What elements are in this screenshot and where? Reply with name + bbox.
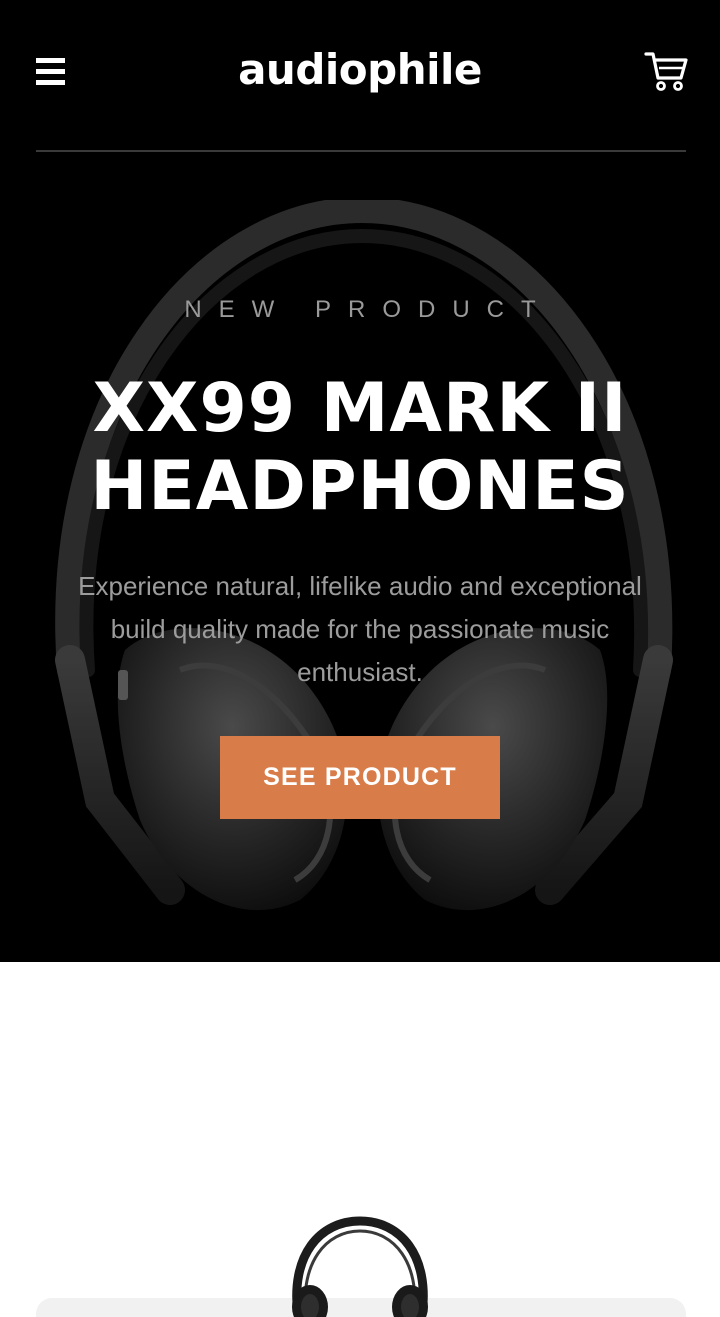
header-divider bbox=[36, 150, 686, 152]
hero-section: audiophile NEW PRODUCT XX99 MARK II HEAD… bbox=[0, 0, 720, 962]
shopping-cart-icon[interactable] bbox=[644, 50, 688, 92]
hero-description: Experience natural, lifelike audio and e… bbox=[78, 571, 642, 687]
hero-title: XX99 MARK II HEADPHONES bbox=[0, 370, 720, 526]
hero-title-line2: HEADPHONES bbox=[90, 447, 630, 526]
see-product-button[interactable]: SEE PRODUCT bbox=[220, 736, 500, 819]
hero-title-line1: XX99 MARK II bbox=[92, 369, 628, 448]
hero-eyebrow: NEW PRODUCT bbox=[184, 296, 553, 323]
site-header: audiophile bbox=[0, 0, 720, 152]
category-headphones-image bbox=[292, 1216, 428, 1317]
logo[interactable]: audiophile bbox=[0, 42, 720, 98]
